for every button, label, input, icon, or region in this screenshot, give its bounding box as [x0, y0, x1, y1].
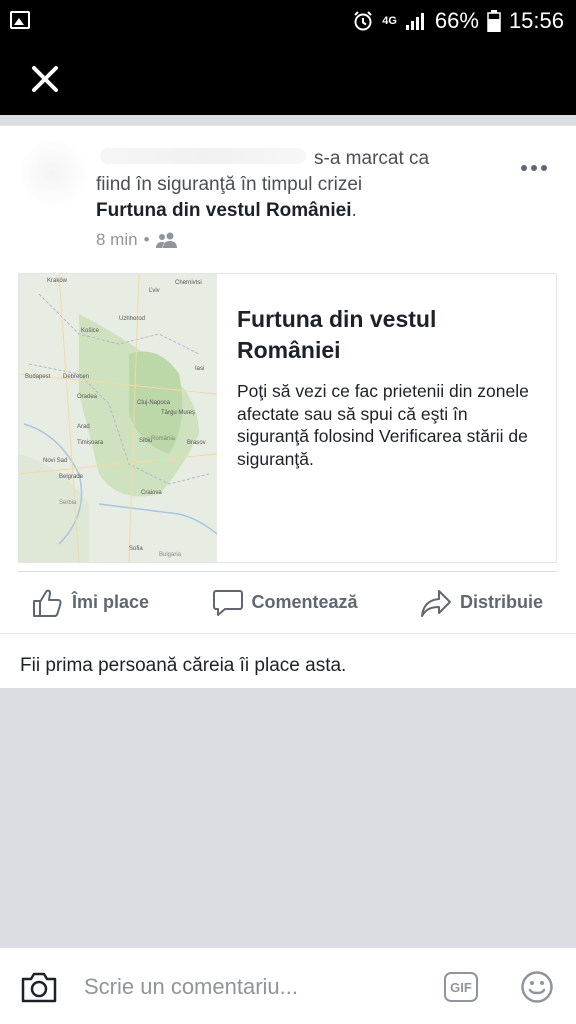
gif-button[interactable]: GIF	[444, 972, 478, 1002]
map-label: Budapest	[25, 374, 51, 380]
map-label: Iasi	[195, 366, 204, 372]
share-label: Distribuie	[459, 592, 543, 612]
signal-icon	[405, 13, 424, 30]
share-button[interactable]: Distribuie	[420, 588, 543, 618]
more-options-button[interactable]	[520, 152, 548, 178]
status-icons: 4G 66% 15:56	[352, 6, 564, 36]
like-label: Îmi place	[72, 592, 150, 612]
post-meta: 8 min •	[96, 230, 178, 250]
map-label: Târgu Mureș	[161, 410, 195, 416]
map-label: Brașov	[187, 440, 206, 446]
timestamp[interactable]: 8 min	[96, 230, 138, 250]
top-bar	[0, 42, 576, 115]
share-icon	[420, 589, 451, 617]
like-button[interactable]: Îmi place	[32, 588, 149, 618]
more-dots-icon	[521, 165, 547, 171]
post-card: s-a marcat ca fiind în siguranţă în timp…	[0, 125, 576, 688]
gallery-icon	[10, 11, 30, 29]
post-text: s-a marcat ca fiind în siguranţă în timp…	[96, 146, 506, 224]
comment-input[interactable]	[84, 968, 414, 1006]
post-line2: fiind în siguranţă în timpul crizei	[96, 174, 363, 195]
emoji-button[interactable]	[520, 970, 554, 1009]
map-label: Arad	[77, 424, 90, 430]
crisis-attachment[interactable]: Kraków Ľviv Košice Uzhhorod Budapest Deb…	[18, 273, 557, 563]
attachment-body: Furtuna din vestul României Poţi să vezi…	[217, 274, 556, 562]
meta-separator: •	[143, 230, 150, 249]
crisis-link[interactable]: Furtuna din vestul României	[96, 200, 351, 221]
close-button[interactable]	[28, 62, 62, 96]
clock: 15:56	[508, 8, 564, 33]
close-icon	[32, 66, 58, 92]
battery-icon	[487, 10, 501, 32]
post-period: .	[351, 200, 357, 221]
map-label: Košice	[81, 328, 100, 334]
attachment-description: Poţi să vezi ce fac prietenii din zonele…	[237, 381, 529, 469]
comment-icon	[212, 589, 243, 616]
map-label: Debrecen	[63, 374, 89, 380]
friends-icon	[155, 232, 177, 248]
map-label: Timișoara	[77, 440, 104, 446]
comment-button[interactable]: Comentează	[212, 588, 358, 618]
emoji-icon	[521, 971, 553, 1003]
network-type: 4G	[382, 15, 397, 27]
alarm-icon	[354, 11, 372, 31]
map-label: Belgrade	[59, 474, 84, 480]
crisis-map: Kraków Ľviv Košice Uzhhorod Budapest Deb…	[19, 274, 217, 562]
camera-button[interactable]	[20, 970, 58, 1009]
map-label: România	[151, 436, 176, 442]
map-label: Bulgaria	[159, 552, 182, 558]
map-label: Cluj-Napoca	[137, 400, 171, 406]
map-label: Serbia	[59, 500, 77, 506]
map-label: Craiova	[141, 490, 162, 496]
status-bar: 4G 66% 15:56	[0, 0, 576, 42]
map-label: Uzhhorod	[119, 316, 145, 322]
comment-composer: GIF	[0, 947, 576, 1024]
action-bar: Îmi place Comentează Distribuie	[18, 571, 557, 633]
map-image: Kraków Ľviv Košice Uzhhorod Budapest Deb…	[19, 274, 217, 562]
map-label: Novi Sad	[43, 458, 67, 464]
likes-summary: Fii prima persoană căreia îi place asta.	[20, 655, 347, 676]
divider	[0, 633, 576, 634]
map-label: Chernivtsi	[175, 280, 202, 286]
thumbs-up-icon	[33, 589, 62, 617]
comment-label: Comentează	[251, 592, 358, 612]
post-action-text: s-a marcat ca	[314, 148, 430, 169]
map-label: Kraków	[47, 278, 68, 284]
map-label: Oradea	[77, 394, 98, 400]
map-label: Sofia	[129, 546, 143, 552]
map-label: Ľviv	[149, 288, 160, 294]
battery-percent: 66%	[434, 8, 479, 33]
avatar[interactable]	[20, 140, 86, 206]
attachment-title: Furtuna din vestul României	[237, 306, 437, 363]
camera-icon	[21, 972, 57, 1003]
